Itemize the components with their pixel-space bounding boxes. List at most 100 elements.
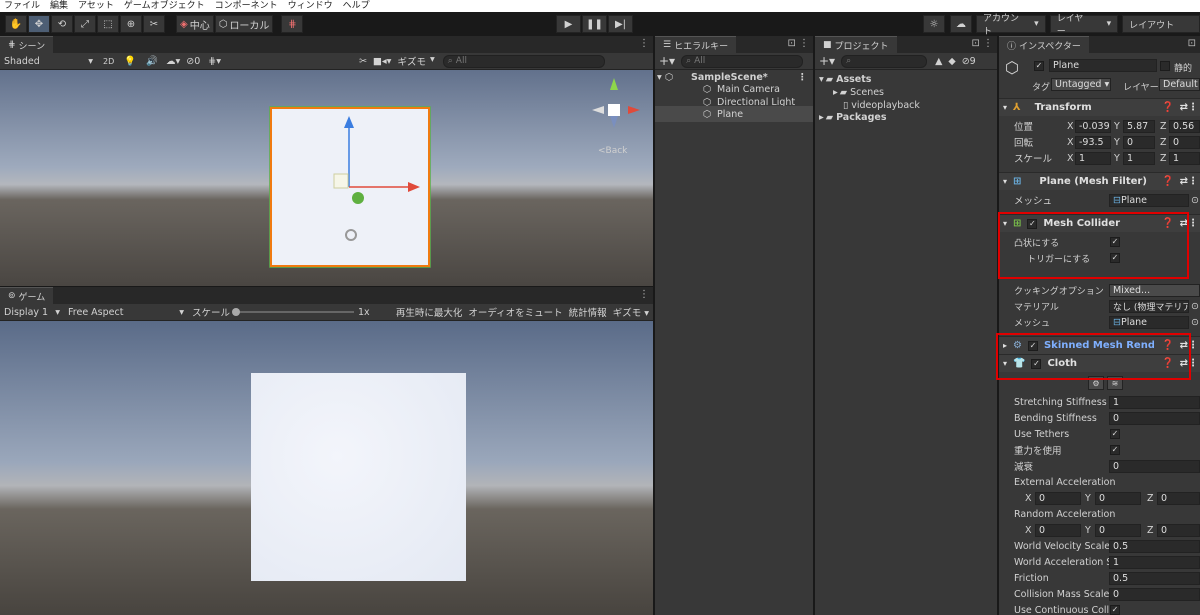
add-icon[interactable]: +▾ — [659, 54, 675, 68]
cloth-vector-y-field[interactable]: 0 — [1095, 523, 1141, 537]
stats-toggle[interactable]: 統計情報 — [569, 305, 607, 319]
preset-icon[interactable]: ⇄ — [1180, 176, 1188, 187]
active-checkbox[interactable]: ✓ — [1034, 61, 1044, 71]
menu-edit[interactable]: 編集 — [50, 0, 68, 12]
help-icon[interactable]: ❓ — [1162, 102, 1174, 113]
hand-tool-button[interactable]: ✋ — [5, 15, 27, 33]
position-y-field[interactable]: 5.87 — [1123, 119, 1155, 133]
z-axis-handle[interactable] — [352, 192, 364, 204]
scale-x-field[interactable]: 1 — [1075, 151, 1111, 165]
kebab-menu-icon[interactable]: ⋮ — [1188, 102, 1198, 113]
plane-handle[interactable] — [333, 173, 349, 189]
cloth-prop-field[interactable]: 0.5 — [1109, 539, 1200, 553]
kebab-menu-icon[interactable]: ⋮ — [639, 289, 649, 300]
position-z-field[interactable]: 0.56 — [1169, 119, 1200, 133]
mesh-filter-mesh-field[interactable]: ⊟ Plane — [1109, 193, 1189, 207]
scale-y-field[interactable]: 1 — [1123, 151, 1155, 165]
mute-audio-toggle[interactable]: オーディオをミュート — [468, 305, 562, 319]
menu-assets[interactable]: アセット — [78, 0, 114, 12]
rotation-x-field[interactable]: -93.5 — [1075, 135, 1111, 149]
menu-file[interactable]: ファイル — [4, 0, 40, 12]
gizmo-back-label[interactable]: <Back — [598, 146, 628, 156]
collab-button[interactable]: ☼ — [923, 15, 945, 33]
object-name-field[interactable]: Plane — [1049, 59, 1157, 72]
scale-z-field[interactable]: 1 — [1169, 151, 1200, 165]
hierarchy-search-input[interactable]: ⌕ All — [681, 54, 804, 68]
kebab-menu-icon[interactable]: ⋮ — [1188, 218, 1198, 229]
cloth-vector-z-field[interactable]: 0 — [1157, 523, 1200, 537]
collider-mesh-field[interactable]: ⊟ Plane — [1109, 315, 1189, 329]
cloth-prop-checkbox[interactable]: ✓ — [1110, 605, 1120, 615]
cloth-prop-field[interactable]: 0 — [1109, 411, 1200, 425]
static-checkbox[interactable] — [1160, 61, 1170, 71]
shading-dropdown[interactable]: Shaded ▾ — [0, 56, 97, 67]
cloth-prop-field[interactable]: 1 — [1109, 555, 1200, 569]
tab-project[interactable]: ■ プロジェクト — [815, 36, 897, 53]
tab-inspector[interactable]: ⓘ インスペクター — [999, 36, 1089, 53]
light-icon[interactable]: 💡 — [124, 56, 136, 67]
gizmo-center-cube[interactable] — [608, 104, 620, 116]
gizmo-x-cone[interactable] — [628, 106, 640, 114]
lock-menu-icon[interactable]: ⊡ ⋮ — [787, 38, 809, 49]
help-icon[interactable]: ❓ — [1162, 176, 1174, 187]
cloth-prop-field[interactable]: 0 — [1109, 459, 1200, 473]
scale-tool-button[interactable]: ⤢ — [74, 15, 96, 33]
project-search-input[interactable]: ⌕ — [841, 54, 928, 68]
account-dropdown[interactable]: アカウント ▾ — [976, 14, 1046, 37]
maximize-on-play-toggle[interactable]: 再生時に最大化 — [396, 305, 463, 319]
rotation-z-field[interactable]: 0 — [1169, 135, 1200, 149]
space-toggle[interactable]: ⬡ ローカル — [214, 15, 274, 33]
kebab-menu-icon[interactable]: ⋮ — [639, 38, 649, 49]
layer-dropdown[interactable]: Default — [1159, 78, 1200, 91]
play-button[interactable]: ▶ — [556, 15, 581, 33]
gizmos-dropdown[interactable]: ギズモ ▾ — [397, 54, 434, 68]
camera-icon[interactable]: ■◂▾ — [373, 56, 392, 67]
cloth-vector-x-field[interactable]: 0 — [1035, 523, 1081, 537]
cloth-prop-checkbox[interactable]: ✓ — [1110, 429, 1120, 439]
layers-dropdown[interactable]: レイヤー ▾ — [1049, 14, 1119, 37]
grid-snap-button[interactable]: ⋕ — [281, 15, 304, 33]
position-x-field[interactable]: -0.039 — [1075, 119, 1111, 133]
tab-hierarchy[interactable]: ☰ ヒエラルキー — [655, 36, 737, 53]
tag-dropdown[interactable]: Untagged ▾ — [1051, 78, 1111, 91]
filter-icon[interactable]: ▲ — [935, 56, 942, 67]
object-picker-icon[interactable]: ⊙ — [1191, 195, 1199, 206]
lock-menu-icon[interactable]: ⊡ ⋮ — [971, 38, 993, 49]
layout-dropdown[interactable]: レイアウト — [1122, 15, 1200, 33]
menu-window[interactable]: ウィンドウ — [288, 0, 333, 12]
menu-gameobject[interactable]: ゲームオブジェクト — [124, 0, 205, 12]
object-picker-icon[interactable]: ⊙ — [1191, 317, 1199, 328]
tab-scene[interactable]: ⋕ シーン — [0, 36, 54, 53]
cloud-button[interactable]: ☁ — [950, 15, 972, 33]
add-icon[interactable]: +▾ — [819, 54, 835, 68]
effects-icon[interactable]: ☁▾ — [166, 56, 180, 67]
rotate-tool-button[interactable]: ⟲ — [51, 15, 73, 33]
gizmo-negx-cone[interactable] — [592, 106, 604, 114]
cooking-dropdown[interactable]: Mixed... — [1109, 283, 1200, 297]
gizmo-y-cone[interactable] — [610, 78, 618, 90]
hidden-packages-toggle[interactable]: ⊘ 9 — [962, 56, 976, 67]
cloth-prop-field[interactable]: 0.5 — [1109, 571, 1200, 585]
pause-button[interactable]: ❚❚ — [582, 15, 607, 33]
lock-icon[interactable]: ⊡ — [1188, 38, 1196, 49]
kebab-menu-icon[interactable]: ⋮ — [1188, 176, 1198, 187]
tab-game[interactable]: ⊚ ゲーム — [0, 287, 54, 304]
hidden-objects-toggle[interactable]: ⊘ 0 — [186, 56, 200, 67]
step-button[interactable]: ▶| — [608, 15, 633, 33]
cloth-prop-checkbox[interactable]: ✓ — [1110, 445, 1120, 455]
transform-header[interactable]: ▾ ⅄ Transform ❓ ⇄ ⋮ — [999, 98, 1200, 116]
cloth-vector-x-field[interactable]: 0 — [1035, 491, 1081, 505]
transform-tool-button[interactable]: ⊕ — [120, 15, 142, 33]
rect-tool-button[interactable]: ⬚ — [97, 15, 119, 33]
scene-viewport[interactable]: <Back — [0, 70, 653, 286]
rotation-y-field[interactable]: 0 — [1123, 135, 1155, 149]
scene-search-input[interactable]: ⌕ All — [442, 54, 605, 68]
mode-2d-toggle[interactable]: 2D — [103, 57, 114, 66]
cloth-vector-z-field[interactable]: 0 — [1157, 491, 1200, 505]
audio-icon[interactable]: 🔊 — [146, 56, 158, 67]
menu-component[interactable]: コンポーネント — [215, 0, 278, 12]
scale-slider-thumb[interactable] — [232, 308, 241, 316]
preset-icon[interactable]: ⇄ — [1180, 102, 1188, 113]
pivot-toggle[interactable]: ◈ 中心 — [176, 15, 214, 33]
hierarchy-item-plane[interactable]: ⬡ Plane — [655, 106, 813, 122]
